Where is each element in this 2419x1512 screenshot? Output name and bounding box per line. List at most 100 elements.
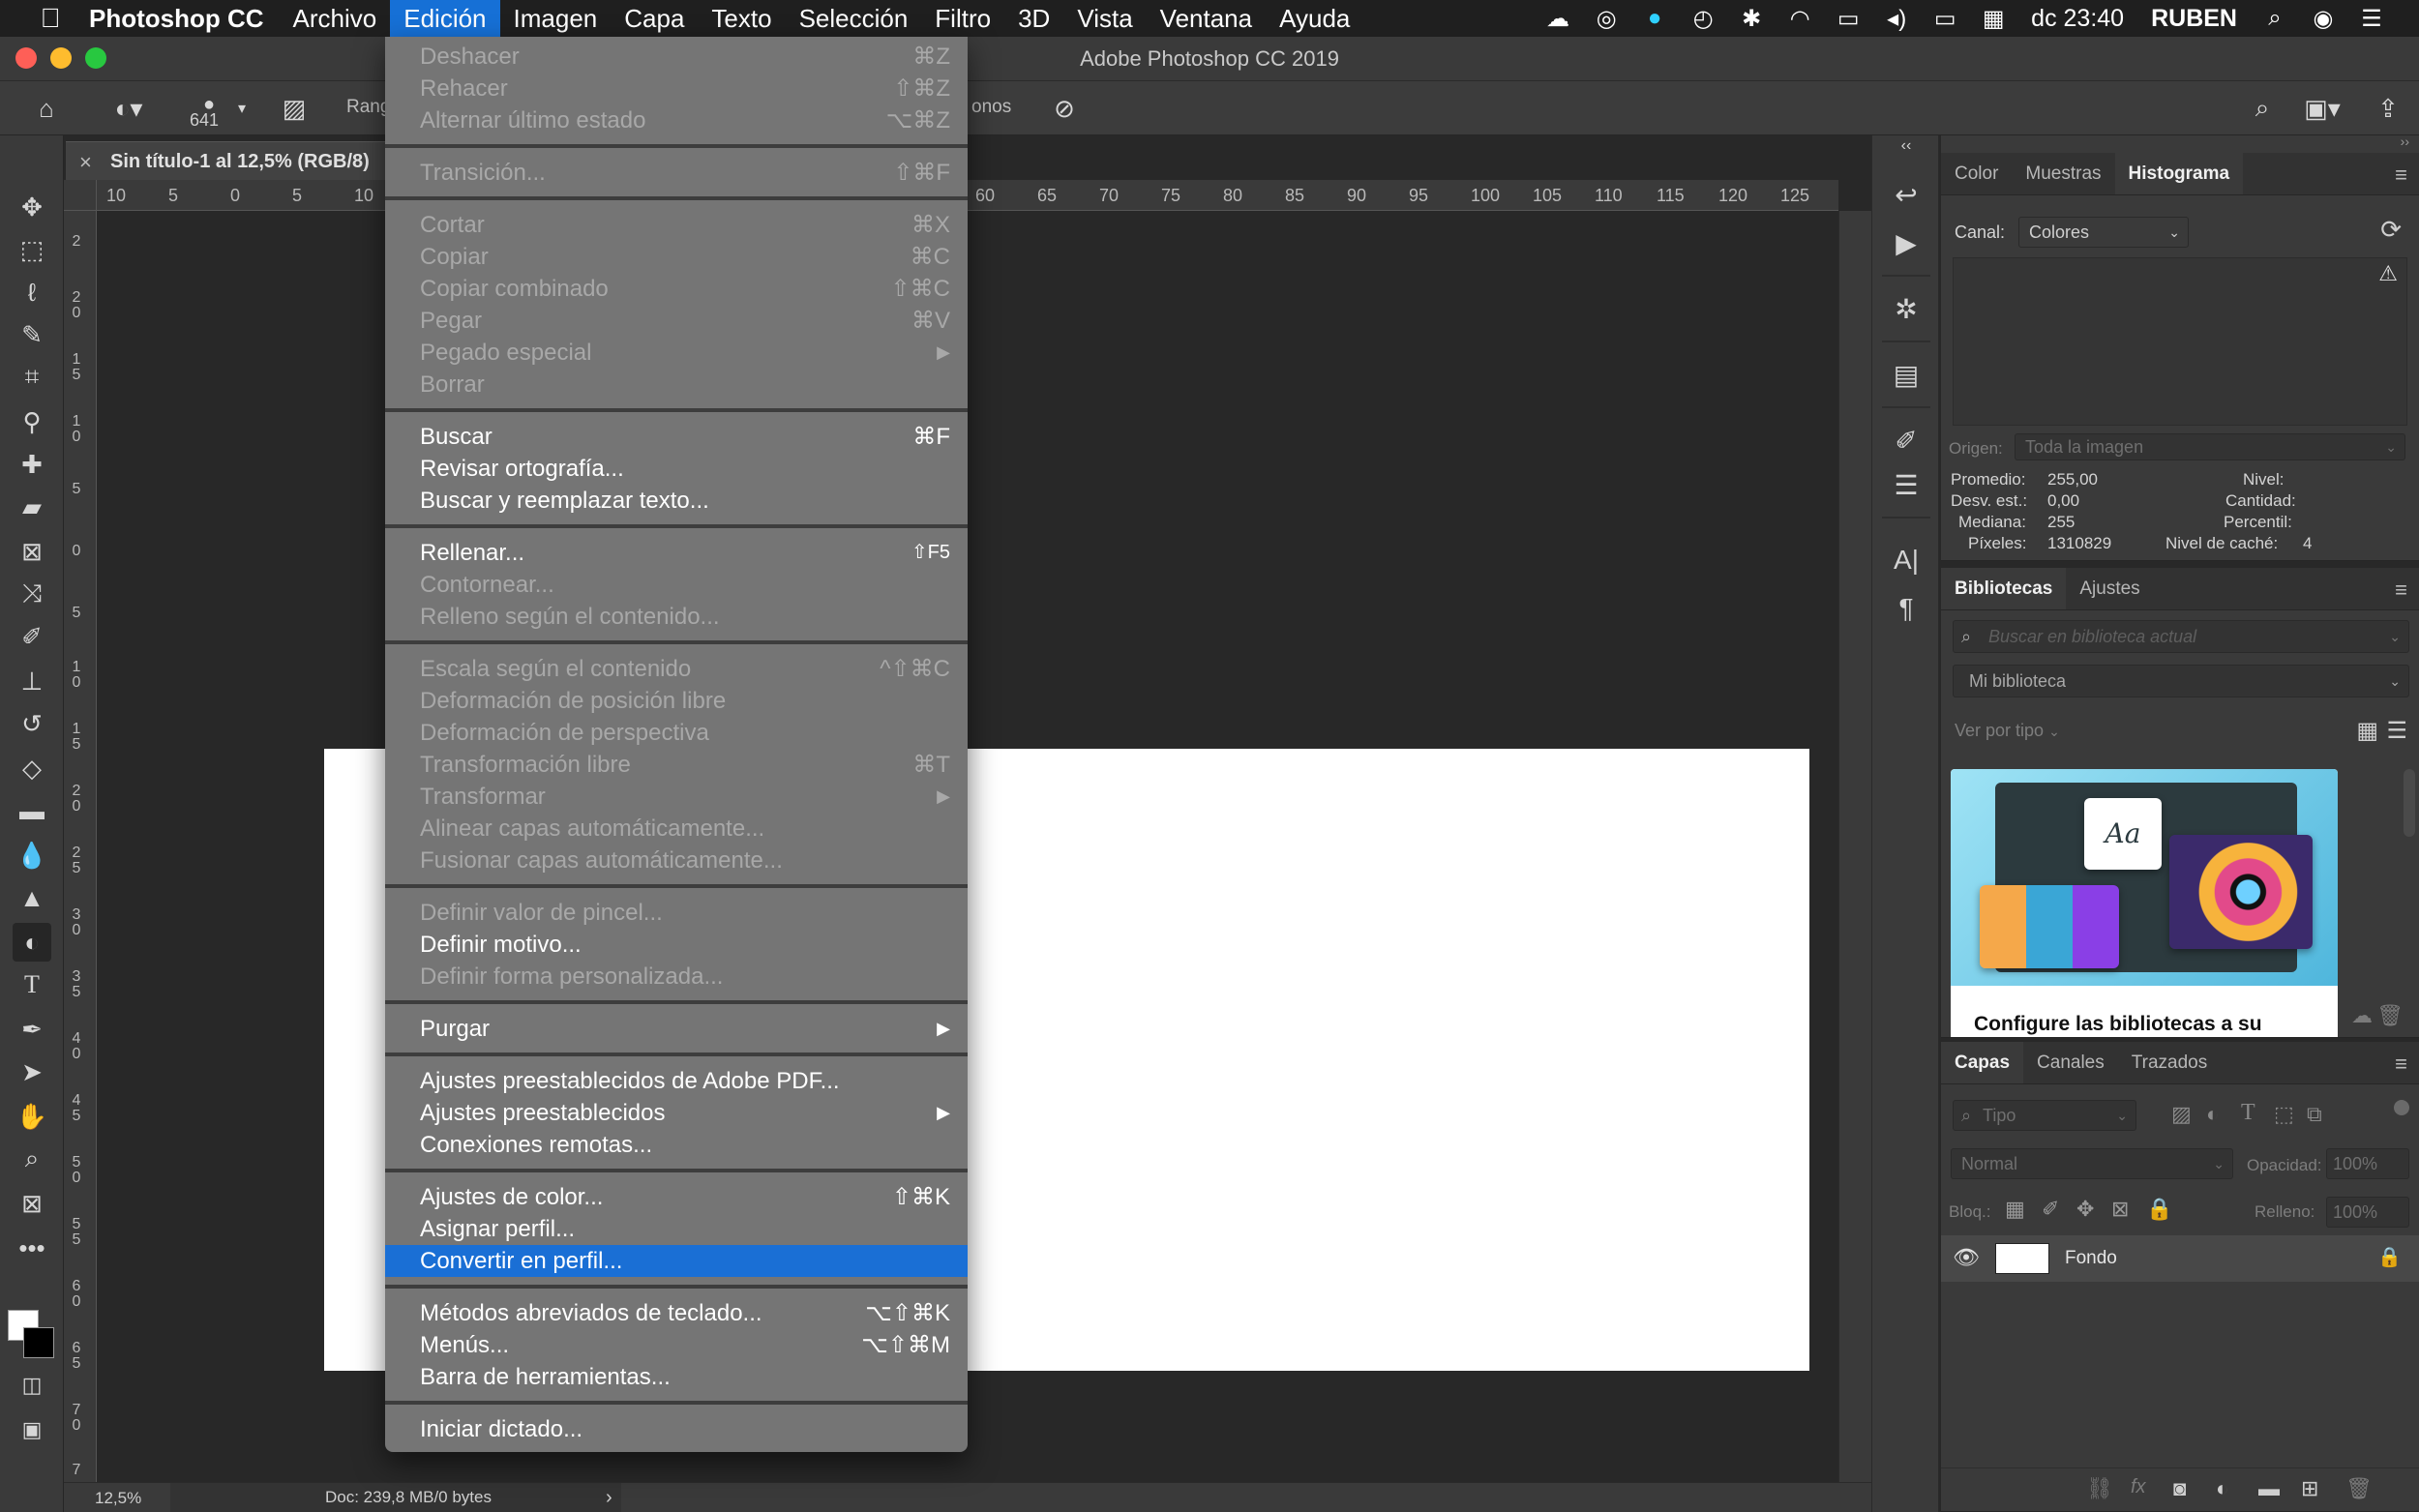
zoom-level[interactable]: 12,5% [95,1489,141,1508]
lasso-icon[interactable]: ℓ [13,273,51,311]
history-panel-icon[interactable]: ↩ [1886,174,1926,215]
workspace-icon[interactable]: ▣▾ [2293,89,2351,128]
filter-toggle-icon[interactable] [2394,1100,2409,1115]
tab-muestras[interactable]: Muestras [2012,153,2114,194]
eye-icon[interactable]: 👁 [1953,1245,1980,1270]
lock-artboard-icon[interactable]: ⊠ [2111,1197,2129,1222]
brush-dropdown-icon[interactable]: ▾ [232,89,252,128]
menu-item-relleno-contenido[interactable]: Relleno según el contenido... [385,601,968,633]
layer-row[interactable]: 👁 Fondo 🔒 [1941,1235,2419,1282]
menu-filtro[interactable]: Filtro [921,0,1004,37]
menu-item-ajustes-preestablecidos[interactable]: Ajustes preestablecidos ▶ [385,1097,968,1129]
apple-logo-icon[interactable]:  [29,3,72,34]
menu-item-copiar[interactable]: Copiar ⌘C [385,241,968,273]
menu-texto[interactable]: Texto [698,0,785,37]
delete-layer-icon[interactable]: 🗑 [2345,1476,2373,1501]
properties-panel-icon[interactable]: ▤ [1886,354,1926,395]
sharpen-icon[interactable]: ▲ [13,878,51,917]
menu-item-menus[interactable]: Menús... ⌥⇧⌘M [385,1329,968,1361]
volume-icon[interactable]: ◂) [1872,0,1921,37]
menu-3d[interactable]: 3D [1004,0,1063,37]
tool-preset-icon[interactable]: ◐▾ [97,89,161,128]
pen-icon[interactable]: ✒ [13,1010,51,1049]
healing-brush-icon[interactable]: ✚ [13,445,51,484]
stamp-icon[interactable]: ⊥ [13,662,51,700]
menubar-clock[interactable]: dc 23:40 [2017,5,2137,33]
menu-item-alternar-ultimo-estado[interactable]: Alternar último estado ⌥⌘Z [385,104,968,136]
tab-bibliotecas[interactable]: Bibliotecas [1941,568,2067,609]
library-scrollbar[interactable] [2404,769,2415,837]
menu-item-convertir-perfil[interactable]: Convertir en perfil... [385,1245,968,1277]
quick-select-icon[interactable]: ✎ [13,315,51,354]
search-app-icon[interactable]: ● [1630,0,1679,37]
filter-pixel-icon[interactable]: ▨ [2171,1102,2192,1127]
refresh-icon[interactable]: ⟳ [2380,215,2402,245]
siri-icon[interactable]: ◉ [2299,0,2347,37]
type-icon[interactable]: T [13,965,51,1004]
gradient-icon[interactable]: ▬ [13,791,51,830]
menu-item-copiar-combinado[interactable]: Copiar combinado ⇧⌘C [385,273,968,305]
warning-icon[interactable]: ⚠ [2378,261,2398,286]
panel-menu-icon[interactable]: ≡ [2395,1052,2407,1077]
menu-seleccion[interactable]: Selección [786,0,922,37]
menu-ventana[interactable]: Ventana [1147,0,1266,37]
crop-icon[interactable]: ⌗ [13,358,51,397]
lock-position-icon[interactable]: ✥ [2076,1197,2094,1222]
airplay-icon[interactable]: ▭ [1824,0,1872,37]
lock-all-icon[interactable]: 🔒 [2146,1197,2172,1222]
menu-vista[interactable]: Vista [1063,0,1146,37]
menu-item-buscar[interactable]: Buscar ⌘F [385,421,968,453]
vertical-ruler[interactable]: 2 2 0 1 5 1 0 5 0 5 1 0 1 5 2 0 2 5 3 0 … [64,211,97,1488]
menu-item-borrar[interactable]: Borrar [385,369,968,400]
menu-imagen[interactable]: Imagen [500,0,612,37]
cloud-sync-icon[interactable]: ☁ [2351,1003,2373,1028]
document-scrollbar[interactable] [1838,211,1871,1488]
eyedropper-icon[interactable]: ⚲ [13,402,51,441]
grid-view-icon[interactable]: ▦ [2356,717,2378,745]
menu-item-rehacer[interactable]: Rehacer ⇧⌘Z [385,73,968,104]
menu-item-definir-pincel[interactable]: Definir valor de pincel... [385,897,968,929]
menu-item-transformar[interactable]: Transformar ▶ [385,781,968,813]
home-icon[interactable]: ⌂ [27,89,66,128]
tab-capas[interactable]: Capas [1941,1042,2024,1083]
menu-item-alinear-capas[interactable]: Alinear capas automáticamente... [385,813,968,845]
trash-icon[interactable]: 🗑 [2376,1003,2404,1028]
tab-ajustes[interactable]: Ajustes [2066,568,2153,609]
quick-mask-icon[interactable]: ◫ [13,1366,51,1405]
view-by-dropdown[interactable]: Ver por tipo ⌄ [1955,721,2060,741]
menu-item-rellenar[interactable]: Rellenar... ⇧F5 [385,537,968,569]
menu-item-ajustes-pdf[interactable]: Ajustes preestablecidos de Adobe PDF... [385,1065,968,1097]
list-view-icon[interactable]: ☰ [2386,717,2407,745]
menu-item-barra-herramientas[interactable]: Barra de herramientas... [385,1361,968,1393]
time-machine-icon[interactable]: ◴ [1679,0,1727,37]
menu-capa[interactable]: Capa [611,0,698,37]
blend-mode-select[interactable]: Normal ⌄ [1951,1148,2233,1179]
wifi-icon[interactable]: ◠ [1776,0,1824,37]
origin-select[interactable]: Toda la imagen ⌄ [2015,433,2405,460]
brushes-panel-icon[interactable]: ✐ [1886,420,1926,460]
menu-item-metodos-abreviados[interactable]: Métodos abreviados de teclado... ⌥⇧⌘K [385,1297,968,1329]
library-select[interactable]: Mi biblioteca ⌄ [1953,665,2409,697]
menu-item-transformacion-libre[interactable]: Transformación libre ⌘T [385,749,968,781]
filter-shape-icon[interactable]: ⬚ [2274,1102,2294,1127]
doc-info[interactable]: Doc: 239,8 MB/0 bytes [170,1483,621,1512]
menu-item-buscar-reemplazar[interactable]: Buscar y reemplazar texto... [385,485,968,517]
menu-item-pegado-especial[interactable]: Pegado especial ▶ [385,337,968,369]
screen-mode-icon[interactable]: ▣ [13,1410,51,1449]
patch-icon[interactable]: ▰ [13,488,51,526]
filter-smart-object-icon[interactable]: ⧉ [2307,1102,2322,1127]
document-tab[interactable]: × Sin título-1 al 12,5% (RGB/8) [66,141,385,180]
path-select-icon[interactable]: ➤ [13,1052,51,1091]
share-icon[interactable]: ⇪ [2369,89,2407,128]
background-color-swatch[interactable] [23,1327,54,1358]
close-document-icon[interactable]: × [79,150,92,175]
artboard-icon[interactable]: ⊠ [13,1184,51,1223]
fill-input[interactable]: 100% [2326,1197,2409,1228]
horizontal-ruler[interactable]: 10 5 0 5 10 60 65 70 75 80 85 90 95 100 … [97,180,1838,211]
menu-edicion[interactable]: Edición [390,0,500,37]
status-menu-chevron-icon[interactable]: › [606,1487,612,1509]
blur-icon[interactable]: 💧 [13,836,51,875]
menu-item-ajustes-color[interactable]: Ajustes de color... ⇧⌘K [385,1181,968,1213]
filter-adjustment-icon[interactable]: ◐ [2206,1102,2219,1127]
panel-menu-icon[interactable]: ≡ [2395,578,2407,603]
